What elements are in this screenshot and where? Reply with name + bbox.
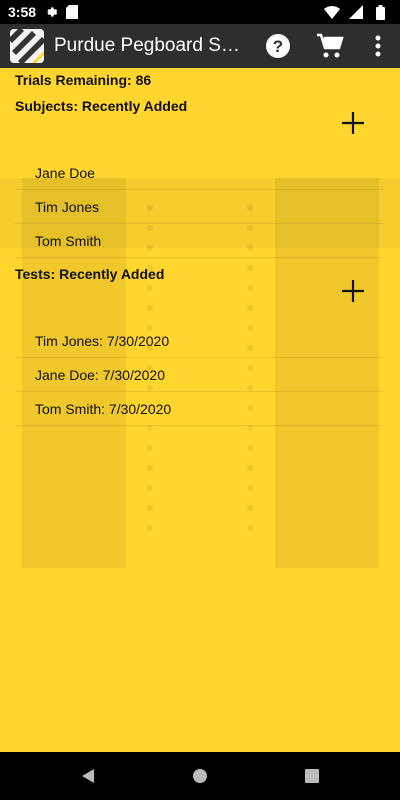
app-bar: Purdue Pegboard Sco... ? [0,24,400,68]
status-bar: 3:58 [0,0,400,24]
overflow-menu-icon [375,35,381,57]
test-item[interactable]: Jane Doe: 7/30/2020 [15,358,383,392]
test-item[interactable]: Tim Jones: 7/30/2020 [15,324,383,358]
recents-button[interactable] [256,752,368,800]
back-button[interactable] [32,752,144,800]
trials-remaining-label: Trials Remaining: 86 [15,72,152,88]
plus-icon [342,112,364,134]
overflow-menu-button[interactable] [360,24,396,68]
settings-icon [44,4,60,20]
subjects-list: Jane Doe Tim Jones Tom Smith [15,156,383,258]
status-time: 3:58 [8,4,37,20]
battery-icon [372,4,388,20]
svg-text:?: ? [273,37,283,56]
test-item[interactable]: Tom Smith: 7/30/2020 [15,392,383,426]
home-button[interactable] [144,752,256,800]
system-nav-bar [0,752,400,800]
recents-icon [305,769,319,783]
subject-item[interactable]: Jane Doe [15,156,383,190]
subject-item[interactable]: Tim Jones [15,190,383,224]
tests-section-title: Tests: Recently Added [15,266,165,282]
wifi-icon [324,4,340,20]
add-subject-button[interactable] [338,108,368,138]
cart-button[interactable] [308,24,352,68]
sd-card-icon [64,4,80,20]
main-content[interactable]: Trials Remaining: 86 Subjects: Recently … [0,68,400,752]
plus-icon [342,280,364,302]
home-icon [193,769,207,783]
cell-signal-icon [348,4,364,20]
app-logo-icon [10,29,44,63]
cart-icon [317,33,344,58]
subject-item[interactable]: Tom Smith [15,224,383,258]
help-icon: ? [266,34,290,58]
help-button[interactable]: ? [256,24,300,68]
subjects-section-title: Subjects: Recently Added [15,98,188,114]
back-icon [82,769,94,783]
tests-list: Tim Jones: 7/30/2020 Jane Doe: 7/30/2020… [15,324,383,426]
add-test-button[interactable] [338,276,368,306]
app-title: Purdue Pegboard Sco... [54,35,244,56]
